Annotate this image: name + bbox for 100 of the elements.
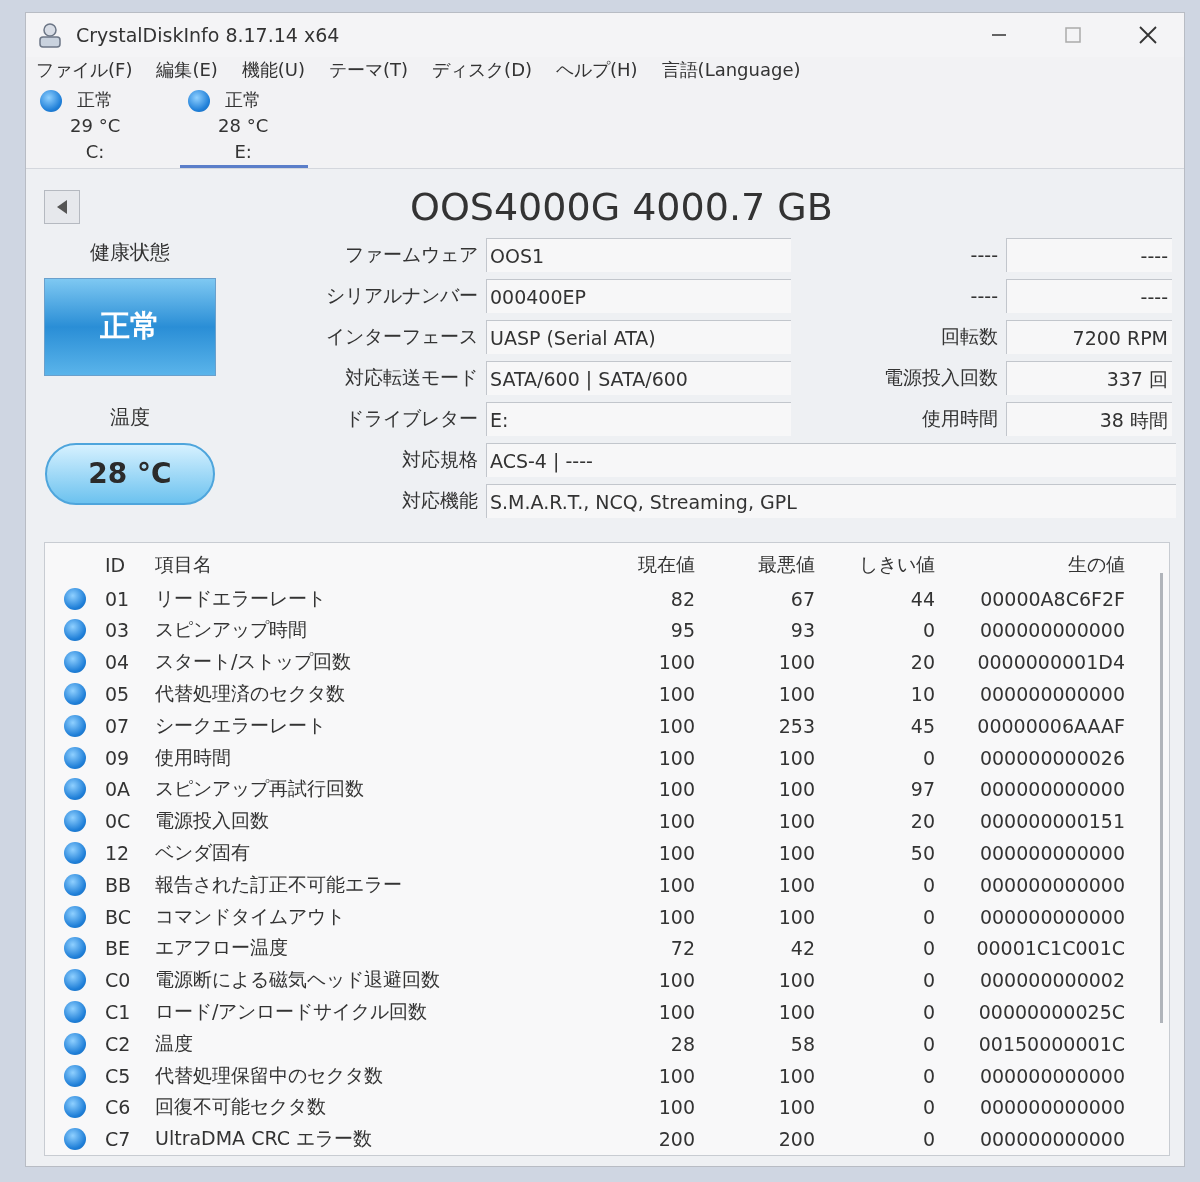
table-cell-text: 00150000001C xyxy=(977,1032,1125,1055)
table-cell-text: 0A xyxy=(105,778,132,801)
table-cell-text: 000000000000 xyxy=(978,1064,1125,1087)
table-cell-text: 100 xyxy=(777,841,815,864)
info-label: 電源投入回数 xyxy=(883,365,999,391)
table-cell-text: 000000000026 xyxy=(978,746,1125,769)
table-cell-text: 100 xyxy=(777,873,815,896)
table-cell-text: BB xyxy=(105,873,133,896)
table-cell-text: 100 xyxy=(777,810,815,833)
info-value: ---- xyxy=(1006,238,1172,273)
status-dot-icon xyxy=(64,714,86,737)
info-value: S.M.A.R.T., NCQ, Streaming, GPL xyxy=(486,484,1176,519)
status-dot-icon xyxy=(64,841,86,864)
table-cell-text: スタート/ストップ回数 xyxy=(155,649,353,675)
table-cell-text: 12 xyxy=(105,841,131,864)
table-cell-text: 100 xyxy=(657,841,695,864)
status-dot-icon xyxy=(64,619,86,642)
table-cell-text: 05 xyxy=(105,682,131,705)
info-value: 337 回 xyxy=(1006,361,1172,396)
table-cell-text: ベンダ固有 xyxy=(155,839,251,865)
table-cell-text: 97 xyxy=(909,778,935,801)
table-cell-text: 代替処理済のセクタ数 xyxy=(155,680,346,706)
table-cell-text: 100 xyxy=(777,1096,815,1119)
table-cell-text: 温度 xyxy=(155,1030,194,1056)
table-cell-text: 20 xyxy=(909,810,935,833)
table-cell-text: 93 xyxy=(789,619,815,642)
table-cell-text: 253 xyxy=(777,714,815,737)
column-header[interactable]: 現在値 xyxy=(605,551,695,578)
table-cell-text: 000000000000 xyxy=(978,619,1125,642)
column-header[interactable]: ID xyxy=(105,553,155,576)
menu-item[interactable]: テーマ(T) xyxy=(329,57,409,82)
info-value: OOS1 xyxy=(486,238,791,273)
table-cell-text: 09 xyxy=(105,746,131,769)
disk-tab[interactable]: 正常 29 °C C: xyxy=(32,82,160,168)
table-cell-text: スピンアップ再試行回数 xyxy=(155,776,365,802)
table-cell-text: C1 xyxy=(105,1000,132,1023)
info-label: 回転数 xyxy=(940,324,999,350)
scrollbar[interactable] xyxy=(1160,572,1163,1023)
table-cell-text: 07 xyxy=(105,714,131,737)
table-cell-text: 0 xyxy=(921,1096,935,1119)
table-cell-text: エアフロー温度 xyxy=(155,935,289,961)
table-cell-text: 00001C1C001C xyxy=(975,937,1125,960)
table-cell-text: 000000000000 xyxy=(978,841,1125,864)
menu-item[interactable]: 編集(E) xyxy=(156,57,218,82)
table-cell-text: 50 xyxy=(909,841,935,864)
table-cell-text: 0 xyxy=(921,1128,935,1151)
status-dot-icon xyxy=(64,873,86,896)
info-label: ファームウェア xyxy=(344,242,479,268)
table-cell-text: C0 xyxy=(105,969,132,992)
table-cell-text: C7 xyxy=(105,1128,132,1151)
menu-item[interactable]: ファイル(F) xyxy=(36,57,133,82)
column-header[interactable]: しきい値 xyxy=(815,551,935,578)
close-icon[interactable] xyxy=(1138,24,1158,45)
table-cell-text: 95 xyxy=(669,619,695,642)
table-cell-text: 45 xyxy=(909,714,935,737)
table-cell-text: 0 xyxy=(921,1032,935,1055)
status-dot-icon xyxy=(64,1128,86,1151)
table-cell-text: 000000000151 xyxy=(978,810,1125,833)
table-cell-text: シークエラーレート xyxy=(155,712,327,738)
table-cell-text: 100 xyxy=(777,746,815,769)
table-cell-text: 100 xyxy=(777,682,815,705)
status-dot-icon xyxy=(64,587,86,610)
table-cell-text: 200 xyxy=(777,1128,815,1151)
table-cell-text: UltraDMA CRC エラー数 xyxy=(155,1126,373,1152)
table-cell-text: 28 xyxy=(669,1032,695,1055)
info-label: 対応規格 xyxy=(401,447,479,473)
menu-item[interactable]: 機能(U) xyxy=(241,57,306,82)
table-cell-text: BE xyxy=(105,937,132,960)
table-cell-text: 100 xyxy=(657,969,695,992)
table-cell-text: 100 xyxy=(777,969,815,992)
table-cell-text: 72 xyxy=(669,937,695,960)
temperature-label: 温度 xyxy=(110,403,150,431)
info-value: ACS-4 | ---- xyxy=(486,443,1176,478)
table-cell-text: 00000A8C6F2F xyxy=(979,587,1125,610)
table-cell-text: 報告された訂正不可能エラー xyxy=(155,871,403,897)
window-title: CrystalDiskInfo 8.17.14 x64 xyxy=(76,23,340,46)
table-cell-text: C6 xyxy=(105,1096,132,1119)
table-cell-text: 100 xyxy=(777,905,815,928)
table-cell-text: ロード/アンロードサイクル回数 xyxy=(155,998,429,1024)
status-dot-icon xyxy=(64,1032,86,1055)
column-header[interactable]: 生の値 xyxy=(935,551,1125,578)
status-dot-icon xyxy=(64,937,86,960)
table-cell-text: 0C xyxy=(105,810,132,833)
info-label: 使用時間 xyxy=(921,406,999,432)
status-dot-icon xyxy=(64,682,86,705)
temperature-badge: 28 °C xyxy=(45,442,215,505)
previous-disk-button[interactable] xyxy=(44,189,80,224)
table-cell-text: BC xyxy=(105,905,132,928)
menu-item[interactable]: ヘルプ(H) xyxy=(556,57,638,82)
menu-item[interactable]: ディスク(D) xyxy=(432,57,532,82)
menu-item[interactable]: 言語(Language) xyxy=(661,57,801,82)
table-cell-text: 100 xyxy=(777,778,815,801)
table-cell-text: C5 xyxy=(105,1064,132,1087)
table-cell-text: 58 xyxy=(789,1032,815,1055)
table-cell-text: 0 xyxy=(921,969,935,992)
table-cell-text: 03 xyxy=(105,619,131,642)
column-header[interactable]: 最悪値 xyxy=(695,551,815,578)
status-dot-icon xyxy=(64,969,86,992)
column-header[interactable]: 項目名 xyxy=(155,551,605,578)
table-cell-text: 100 xyxy=(657,651,695,674)
